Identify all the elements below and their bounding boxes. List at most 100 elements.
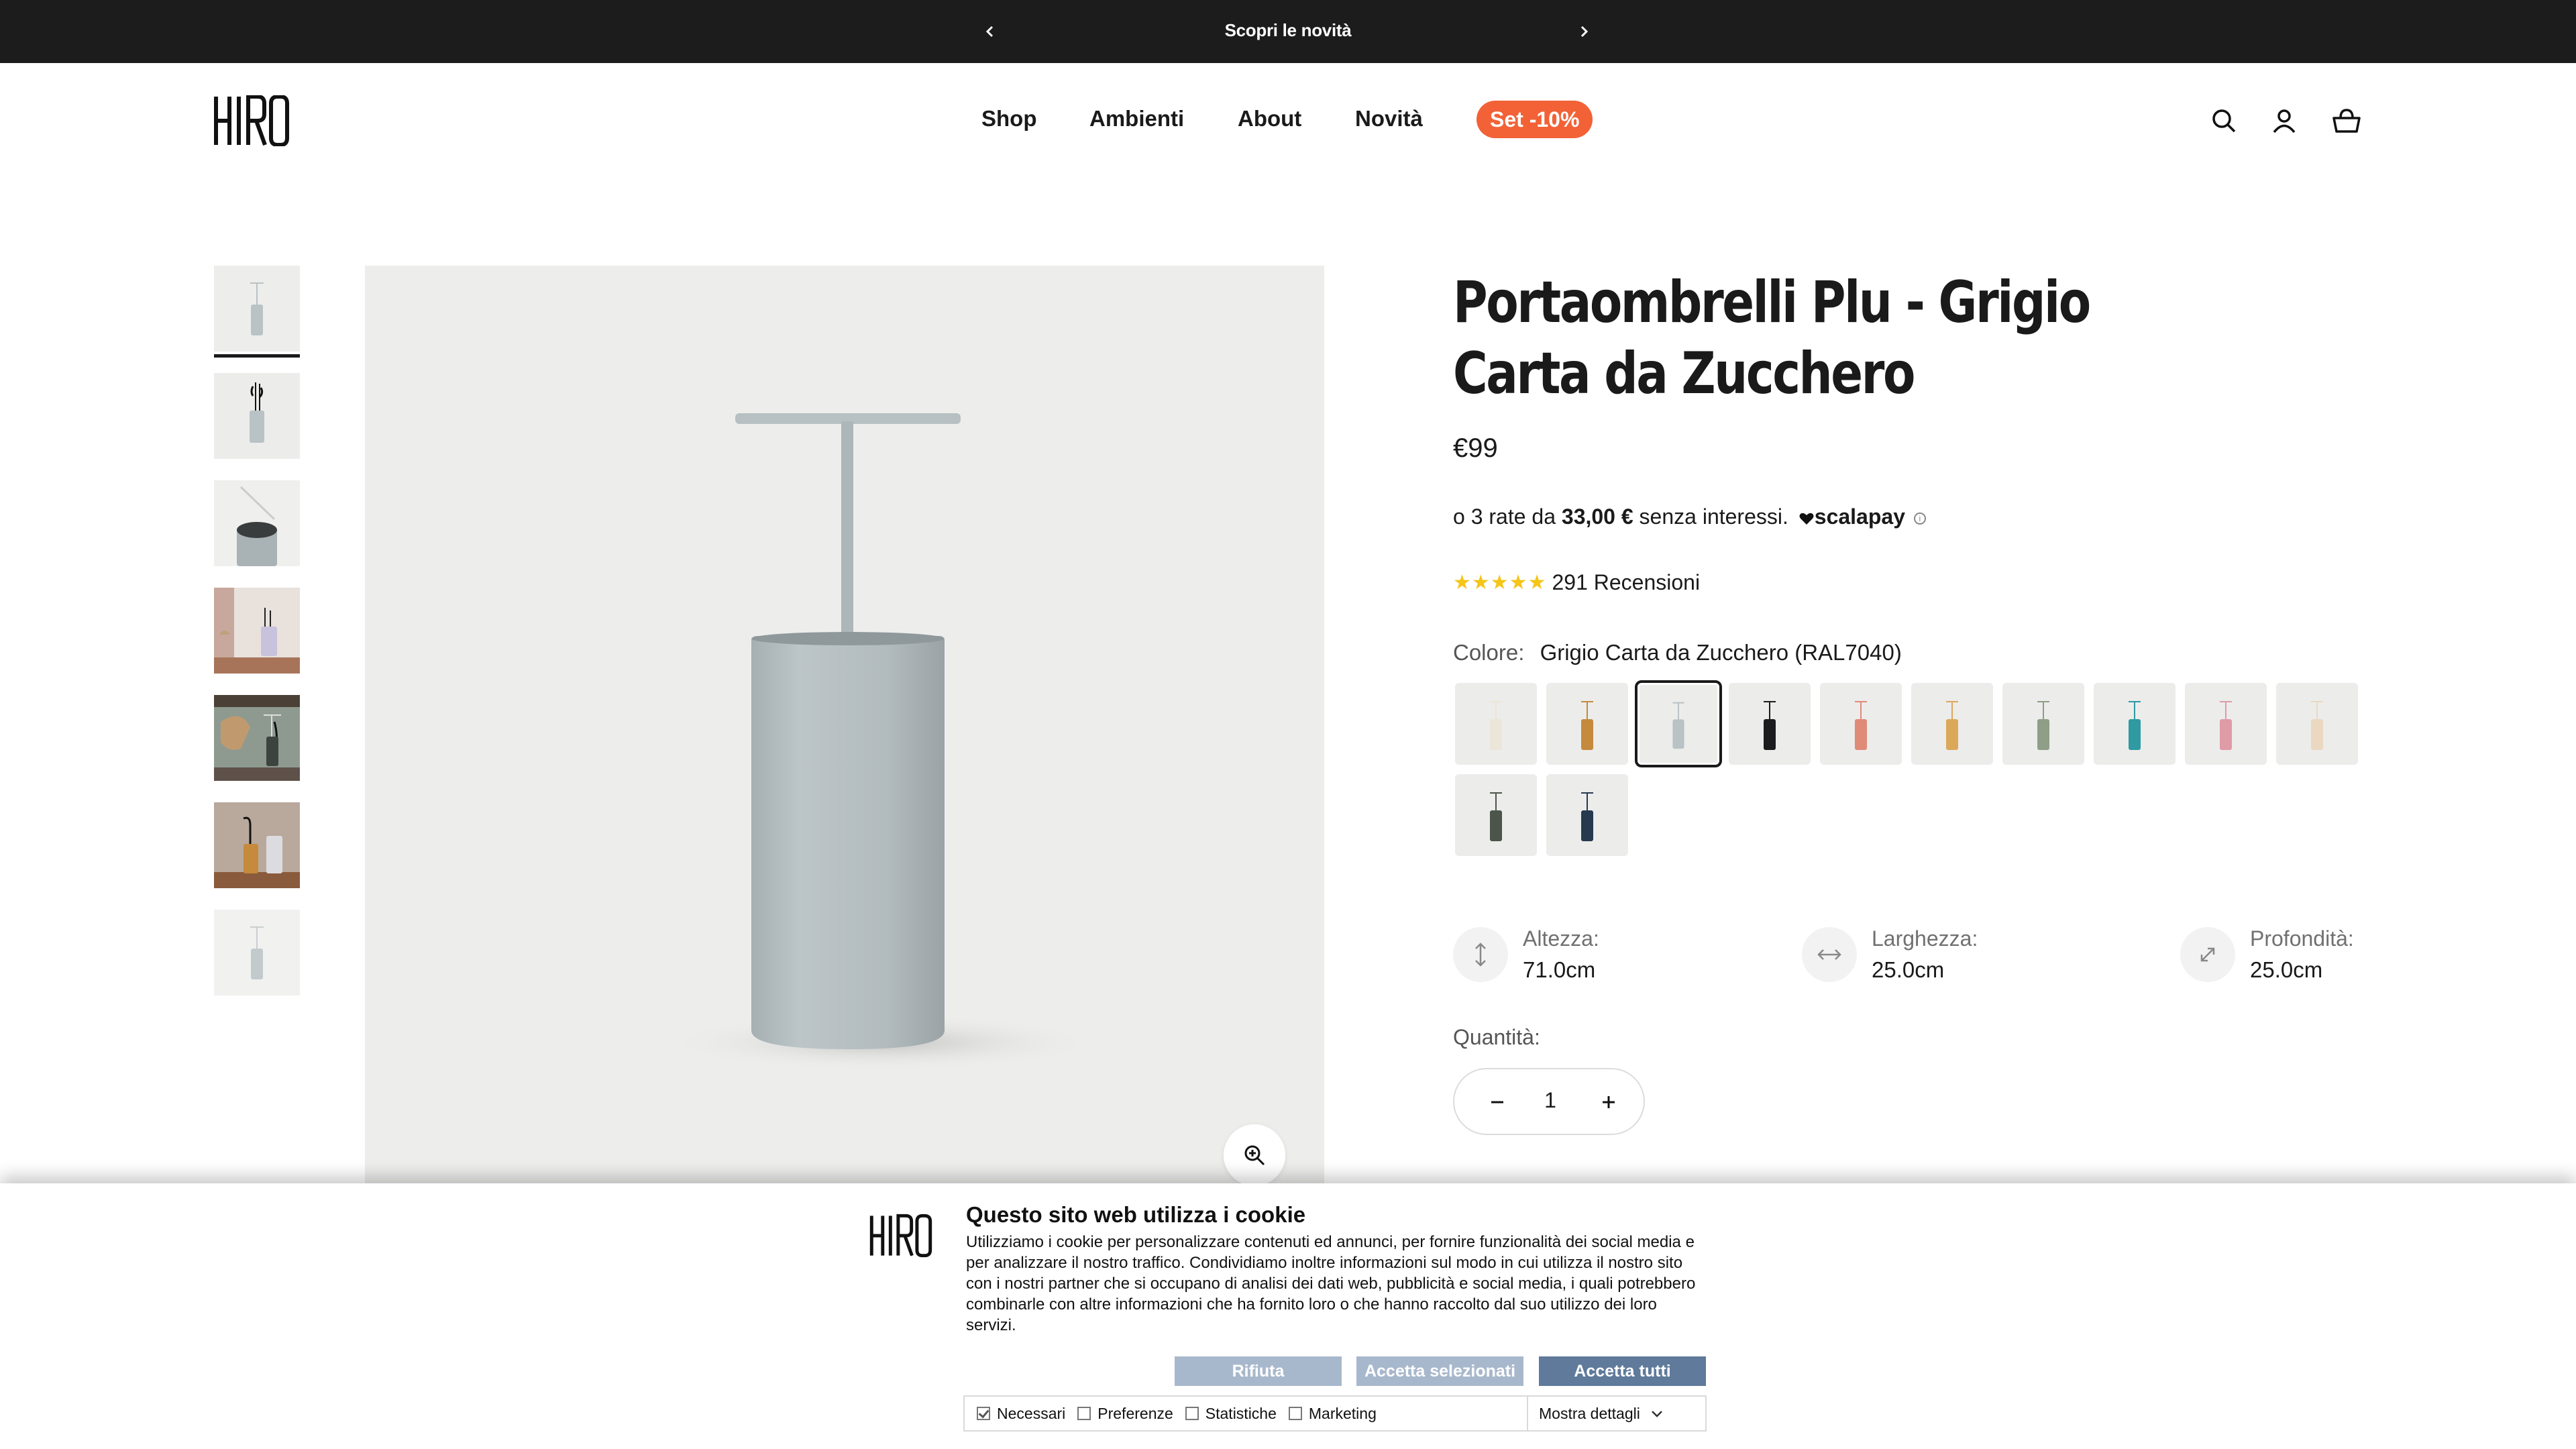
- search-icon: [2212, 109, 2236, 133]
- color-swatch[interactable]: [1455, 683, 1537, 765]
- color-swatch[interactable]: [1546, 774, 1628, 856]
- zoom-button[interactable]: [1224, 1124, 1285, 1186]
- active-thumbnail-indicator: [214, 354, 300, 358]
- accept-all-cookies-button[interactable]: Accetta tutti: [1539, 1356, 1706, 1386]
- umbrella-stand-image: [365, 266, 1324, 1205]
- show-details-label: Mostra dettagli: [1539, 1405, 1640, 1422]
- quantity-decrease-button[interactable]: [1481, 1085, 1514, 1119]
- announcement-next-button[interactable]: [1568, 15, 1600, 48]
- dimension-height: Altezza: 71.0cm: [1453, 924, 1599, 987]
- color-selector-label: Colore: Grigio Carta da Zucchero (RAL704…: [1453, 640, 1902, 665]
- divider: [1527, 1397, 1528, 1430]
- cookie-option-label: Necessari: [997, 1404, 1066, 1422]
- user-icon: [2273, 109, 2296, 133]
- account-button[interactable]: [2267, 103, 2302, 138]
- dimension-width: Larghezza: 25.0cm: [1802, 924, 1978, 987]
- zoom-in-icon: [1244, 1145, 1265, 1166]
- dimension-depth: Profondità: 25.0cm: [2180, 924, 2354, 987]
- product-price: €99: [1453, 433, 1498, 463]
- gallery-thumbnail[interactable]: [214, 266, 300, 352]
- dimension-value: 25.0cm: [1872, 957, 1945, 982]
- announcement-bar: Scopri le novità: [0, 0, 2576, 63]
- color-swatch[interactable]: [1546, 683, 1628, 765]
- cookie-option-marketing[interactable]: Marketing: [1288, 1404, 1377, 1423]
- gallery-thumbnail[interactable]: [214, 588, 300, 674]
- cookie-option-label: Marketing: [1308, 1404, 1377, 1422]
- quantity-increase-button[interactable]: [1592, 1085, 1625, 1119]
- accept-selected-cookies-button[interactable]: Accetta selezionati: [1356, 1356, 1523, 1386]
- color-swatch[interactable]: [1911, 683, 1993, 765]
- chevron-right-icon: [1580, 25, 1589, 38]
- color-swatch[interactable]: [2185, 683, 2267, 765]
- quantity-label: Quantità:: [1453, 1025, 1540, 1049]
- reject-cookies-button[interactable]: Rifiuta: [1175, 1356, 1342, 1386]
- color-swatch[interactable]: [2002, 683, 2084, 765]
- cookie-option-necessari[interactable]: Necessari: [977, 1405, 1065, 1423]
- checkbox[interactable]: [1288, 1407, 1302, 1420]
- heart-icon: [1799, 513, 1814, 525]
- color-swatch[interactable]: [1729, 683, 1811, 765]
- installments-amount: 33,00 €: [1561, 504, 1633, 529]
- gallery-thumbnail[interactable]: [214, 480, 300, 566]
- dimension-label: Profondità:: [2250, 926, 2354, 951]
- dimension-label: Larghezza:: [1872, 926, 1978, 951]
- minus-icon: [1491, 1101, 1503, 1104]
- checkbox[interactable]: [1077, 1407, 1091, 1420]
- nav-item-shop[interactable]: Shop: [981, 106, 1036, 131]
- nav-item-promo-badge[interactable]: Set -10%: [1477, 101, 1593, 138]
- scalapay-logo: scalapay: [1799, 504, 1905, 529]
- plus-icon: [1603, 1096, 1615, 1108]
- quantity-input[interactable]: [1530, 1088, 1570, 1113]
- nav-item-about[interactable]: About: [1238, 106, 1301, 131]
- rating-stars-icon: ★★★★★: [1453, 572, 1547, 594]
- search-button[interactable]: [2206, 103, 2241, 138]
- product-main-image[interactable]: [365, 266, 1324, 1205]
- color-swatch[interactable]: [1635, 680, 1722, 767]
- show-details-button[interactable]: Mostra dettagli: [1539, 1405, 1664, 1423]
- chevron-down-icon: [1651, 1410, 1662, 1417]
- product-reviews[interactable]: ★★★★★ 291 Recensioni: [1453, 570, 1700, 595]
- cookie-option-statistiche[interactable]: Statistiche: [1185, 1405, 1277, 1423]
- nav-item-novita[interactable]: Novità: [1355, 106, 1423, 131]
- color-label: Colore:: [1453, 640, 1525, 665]
- basket-icon: [2332, 109, 2361, 133]
- hiro-logo: [869, 1214, 932, 1258]
- color-value: Grigio Carta da Zucchero (RAL7040): [1540, 640, 1902, 665]
- gallery-thumbnail[interactable]: [214, 802, 300, 888]
- gallery-thumbnail[interactable]: [214, 695, 300, 781]
- installments-prefix: o 3 rate da: [1453, 504, 1556, 529]
- quantity-stepper: [1453, 1068, 1645, 1135]
- cookie-options: Necessari Preferenze Statistiche Marketi…: [963, 1395, 1707, 1432]
- cookie-text: Utilizziamo i cookie per personalizzare …: [966, 1233, 1696, 1334]
- gallery-thumbnail[interactable]: [214, 373, 300, 459]
- checkbox[interactable]: [977, 1407, 990, 1420]
- horizontal-arrows-icon: [1802, 927, 1857, 982]
- color-swatch[interactable]: [2094, 683, 2176, 765]
- cart-button[interactable]: [2329, 103, 2364, 138]
- reviews-count: 291 Recensioni: [1552, 570, 1701, 594]
- product-title: Portaombrelli Plu - Grigio Carta da Zucc…: [1453, 269, 2091, 407]
- cookie-option-label: Statistiche: [1205, 1404, 1277, 1422]
- installments-suffix: senza interessi.: [1639, 504, 1788, 529]
- color-swatch[interactable]: [1820, 683, 1902, 765]
- cookie-banner: Questo sito web utilizza i cookie Utiliz…: [0, 1183, 2576, 1449]
- cookie-option-label: Preferenze: [1097, 1404, 1173, 1422]
- dimension-value: 25.0cm: [2250, 957, 2323, 982]
- checkbox[interactable]: [1185, 1407, 1199, 1420]
- cookie-title: Questo sito web utilizza i cookie: [966, 1202, 1306, 1227]
- scalapay-label: scalapay: [1814, 504, 1905, 529]
- vertical-arrows-icon: [1453, 927, 1508, 982]
- color-swatch[interactable]: [2276, 683, 2358, 765]
- site-header: Shop Ambienti About Novità Set -10%: [0, 63, 2576, 177]
- dimension-value: 71.0cm: [1523, 957, 1596, 982]
- diagonal-arrows-icon: [2180, 927, 2235, 982]
- announcement-text[interactable]: Scopri le novità: [0, 20, 2576, 41]
- nav-item-ambienti[interactable]: Ambienti: [1089, 106, 1184, 131]
- cookie-option-preferenze[interactable]: Preferenze: [1077, 1405, 1173, 1423]
- dimension-label: Altezza:: [1523, 926, 1599, 951]
- main-nav: Shop Ambienti About Novità Set -10%: [0, 101, 2576, 140]
- color-swatch[interactable]: [1455, 774, 1537, 856]
- info-icon[interactable]: i: [1913, 512, 1926, 525]
- installments-info: o 3 rate da 33,00 € senza interessi. sca…: [1453, 504, 1926, 529]
- gallery-thumbnail[interactable]: [214, 910, 300, 996]
